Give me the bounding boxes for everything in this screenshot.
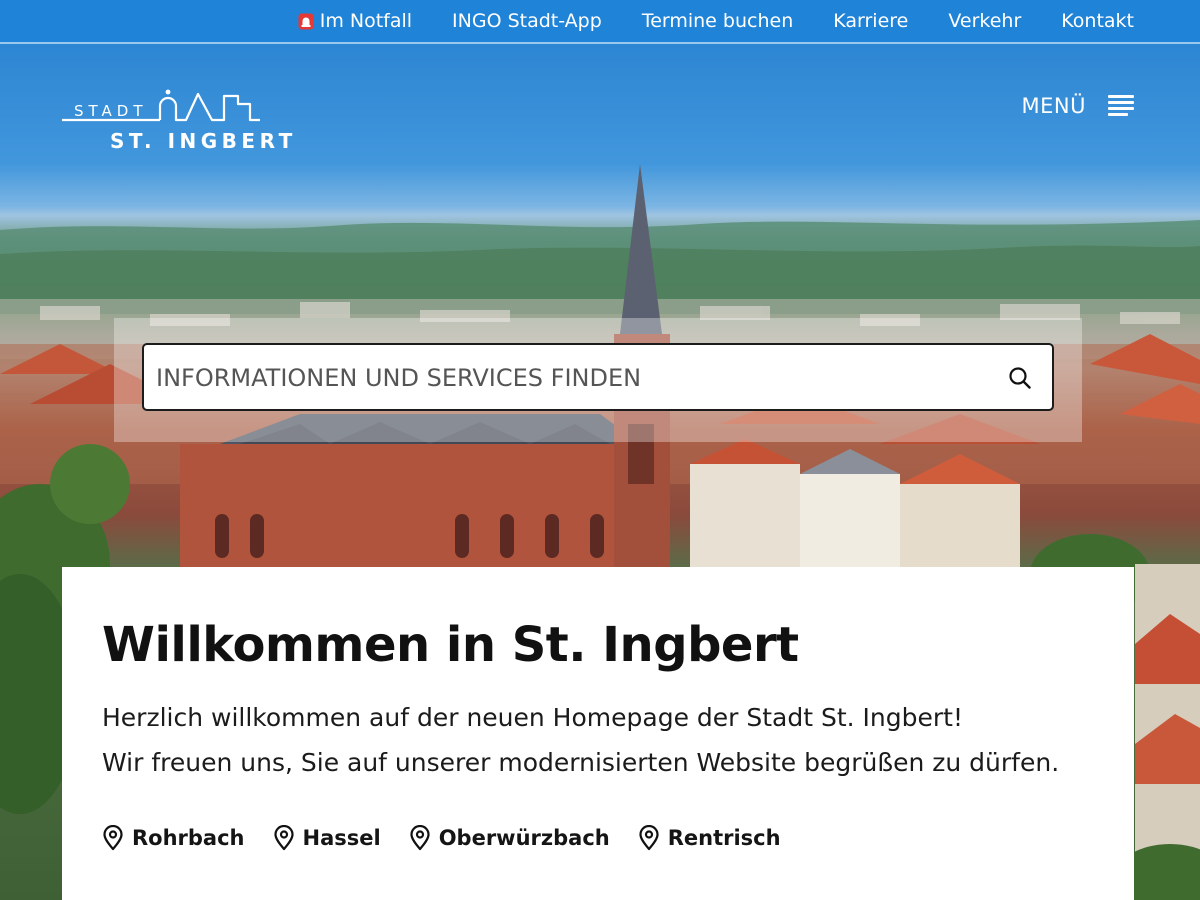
topnav-item-termine[interactable]: Termine buchen (642, 10, 793, 32)
district-link-oberwuerzbach[interactable]: Oberwürzbach (409, 825, 610, 851)
logo-line2: ST. INGBERT (110, 129, 297, 153)
map-pin-icon (103, 825, 123, 851)
map-pin-icon (639, 825, 659, 851)
alarm-light-icon (298, 13, 314, 30)
hamburger-menu-icon (1108, 95, 1134, 117)
welcome-text-line1: Herzlich willkommen auf der neuen Homepa… (102, 703, 963, 732)
menu-label: MENÜ (1021, 94, 1086, 118)
district-links: Rohrbach Hassel Oberwürzbach Rentrisch (102, 825, 781, 851)
welcome-card: Willkommen in St. Ingbert Herzlich willk… (62, 567, 1134, 900)
topnav-item-kontakt[interactable]: Kontakt (1061, 10, 1134, 32)
search-icon[interactable] (1008, 366, 1032, 390)
district-link-rentrisch[interactable]: Rentrisch (638, 825, 781, 851)
search-box (142, 343, 1054, 411)
topnav-item-verkehr[interactable]: Verkehr (948, 10, 1021, 32)
welcome-title: Willkommen in St. Ingbert (102, 617, 799, 673)
district-label: Hassel (302, 826, 381, 850)
logo-line1: STADT (74, 102, 148, 120)
menu-button[interactable]: MENÜ (1022, 94, 1134, 118)
top-navigation: Im Notfall INGO Stadt-App Termine buchen… (298, 0, 1134, 42)
district-link-rohrbach[interactable]: Rohrbach (102, 825, 245, 851)
topnav-label: Termine buchen (641, 10, 794, 32)
search-input[interactable] (154, 345, 988, 411)
district-label: Rentrisch (667, 826, 781, 850)
district-label: Oberwürzbach (438, 826, 610, 850)
topnav-item-karriere[interactable]: Karriere (833, 10, 908, 32)
district-link-hassel[interactable]: Hassel (273, 825, 381, 851)
stadt-logo[interactable]: STADT ST. INGBERT (62, 86, 322, 156)
topnav-label: Kontakt (1061, 10, 1134, 32)
topnav-label: Verkehr (948, 10, 1022, 32)
map-pin-icon (273, 825, 294, 851)
topnav-item-notfall[interactable]: Im Notfall (298, 10, 412, 32)
topnav-item-stadt-app[interactable]: INGO Stadt-App (452, 10, 602, 32)
map-pin-icon (410, 825, 430, 851)
district-label: Rohrbach (132, 826, 245, 850)
topnav-label: Karriere (833, 10, 909, 32)
topnav-label: Im Notfall (319, 10, 413, 32)
top-bar: Im Notfall INGO Stadt-App Termine buchen… (0, 0, 1200, 44)
welcome-text-line2: Wir freuen uns, Sie auf unserer modernis… (102, 748, 1060, 777)
topnav-label: INGO Stadt-App (452, 10, 602, 32)
